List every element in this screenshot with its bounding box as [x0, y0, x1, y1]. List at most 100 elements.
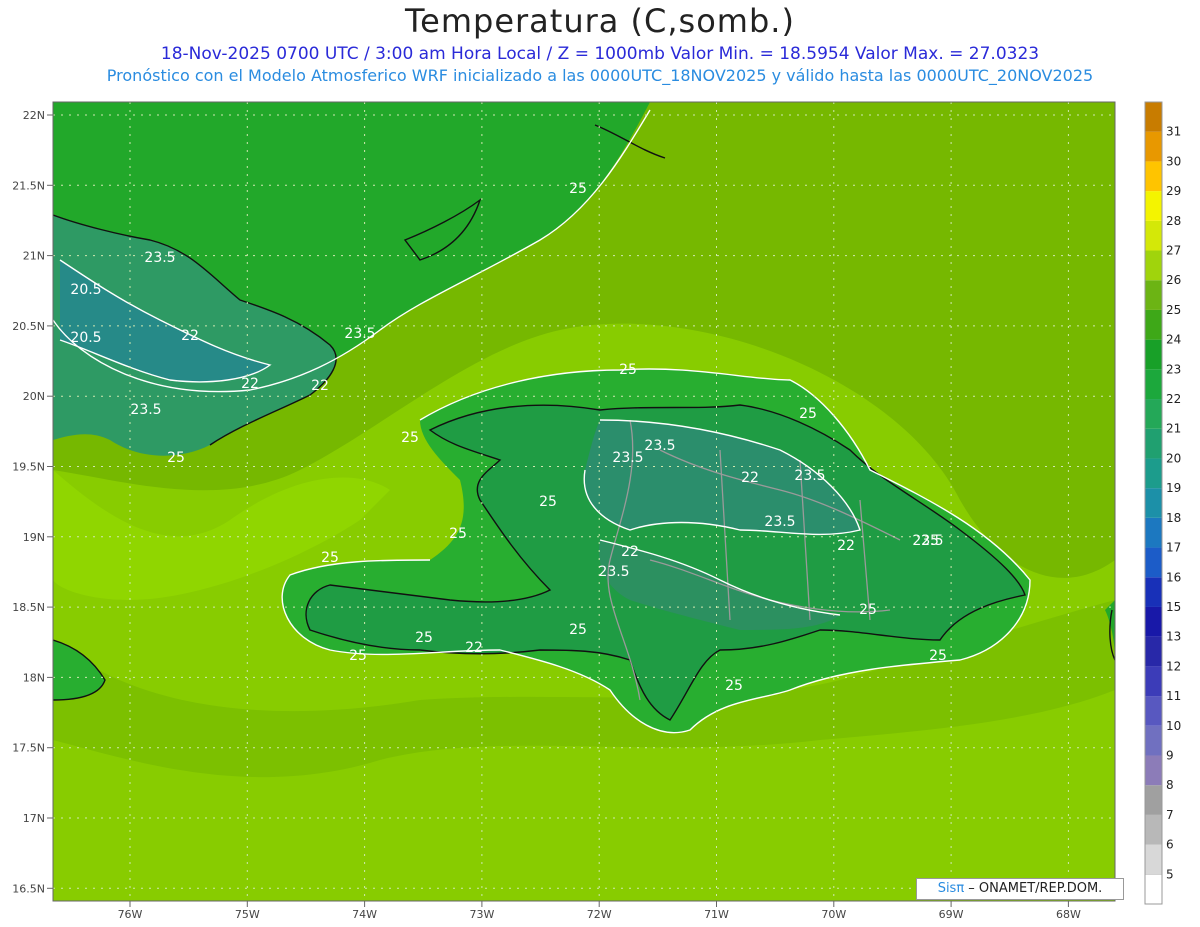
contour-label: 25	[929, 648, 947, 664]
colorbar-swatch	[1145, 250, 1162, 281]
colorbar-label: 23	[1166, 362, 1181, 376]
lat-tick-label: 21N	[23, 250, 45, 263]
lon-tick-label: 70W	[821, 908, 846, 921]
colorbar-swatch	[1145, 666, 1162, 697]
colorbar-label: 30	[1166, 154, 1181, 168]
lon-tick-label: 71W	[704, 908, 729, 921]
colorbar-swatch	[1145, 814, 1162, 845]
contour-label: 22	[465, 640, 483, 656]
temperature-map: 25 23.5 20.5 22 20.5 22 23.5 22 23.5 25 25 25 25 23.5…	[12, 101, 1181, 921]
colorbar-label: 31	[1166, 125, 1181, 139]
contour-label: 25	[799, 406, 817, 422]
contour-label: 25	[415, 630, 433, 646]
contour-label: 23.5	[130, 402, 161, 418]
lon-tick-label: 76W	[118, 908, 143, 921]
contour-label: 20.5	[70, 330, 101, 346]
colorbar-label: 19	[1166, 481, 1181, 495]
colorbar-swatch	[1145, 309, 1162, 340]
colorbar-swatch	[1145, 191, 1162, 221]
lat-tick-label: 17N	[23, 812, 45, 825]
colorbar-swatch	[1145, 399, 1162, 429]
colorbar-swatch	[1145, 844, 1162, 875]
colorbar-swatch	[1145, 547, 1162, 578]
colorbar-swatch	[1145, 696, 1162, 726]
credit-box: Sisπ – ONAMET/REP.DOM.	[916, 878, 1124, 900]
contour-label: 23.5	[344, 326, 375, 342]
contour-label: 22	[837, 538, 855, 554]
lat-tick-label: 18N	[23, 671, 45, 684]
colorbar-swatch	[1145, 458, 1162, 489]
colorbar-label: 16	[1166, 570, 1181, 584]
contour-label: 23.5	[612, 450, 643, 466]
colorbar-label: 26	[1166, 273, 1181, 287]
colorbar-label: 27	[1166, 244, 1181, 258]
colorbar-swatch	[1145, 131, 1162, 162]
contour-label: 23.5	[144, 250, 175, 266]
lat-tick-label: 22N	[23, 109, 45, 122]
colorbar-swatch	[1144, 873, 1163, 905]
colorbar-swatch	[1145, 755, 1162, 786]
contour-label: 25	[569, 622, 587, 638]
colorbar-label: 21	[1166, 422, 1181, 436]
lon-tick-label: 74W	[352, 908, 377, 921]
colorbar-label: 25	[1166, 303, 1181, 317]
lat-tick-label: 20N	[23, 390, 45, 403]
colorbar-label: 15	[1166, 600, 1181, 614]
lat-tick-label: 17.5N	[12, 742, 45, 755]
colorbar-swatch	[1145, 577, 1162, 607]
contour-label: 25	[401, 430, 419, 446]
colorbar-swatch	[1145, 636, 1162, 667]
colorbar-swatch	[1145, 220, 1162, 251]
colorbar-label: 7	[1166, 808, 1174, 822]
colorbar-label: 24	[1166, 333, 1181, 347]
colorbar-label: 13	[1166, 630, 1181, 644]
colorbar-swatch	[1145, 161, 1162, 192]
colorbar-label: 5	[1166, 867, 1174, 881]
lon-tick-label: 68W	[1056, 908, 1081, 921]
lat-tick-label: 18.5N	[12, 601, 45, 614]
contour-label: 22	[181, 328, 199, 344]
latitude-ticks: 22N 21.5N 21N 20.5N 20N 19.5N 19N 18.5N 18N 17.5N…	[12, 109, 53, 895]
contour-label: 25	[921, 533, 939, 549]
contour-label: 25	[725, 678, 743, 694]
colorbar-swatch	[1145, 488, 1162, 518]
colorbar-swatch	[1145, 785, 1162, 815]
lat-tick-label: 21.5N	[12, 179, 45, 192]
colorbar-label: 18	[1166, 511, 1181, 525]
contour-label: 22	[241, 376, 259, 392]
contour-label: 23.5	[764, 514, 795, 530]
lat-tick-label: 19.5N	[12, 461, 45, 474]
lon-tick-label: 69W	[939, 908, 964, 921]
contour-label: 20.5	[70, 282, 101, 298]
colorbar-label: 9	[1166, 748, 1174, 762]
contour-label: 23.5	[794, 468, 825, 484]
colorbar-swatch	[1145, 725, 1162, 756]
lon-tick-label: 73W	[469, 908, 494, 921]
map-field: 25 23.5 20.5 22 20.5 22 23.5 22 23.5 25 25 25 25 23.5…	[53, 102, 1115, 901]
colorbar-label: 22	[1166, 392, 1181, 406]
credit-brand: Sisπ	[937, 881, 965, 896]
colorbar-swatch	[1145, 369, 1162, 400]
colorbar-label: 10	[1166, 719, 1181, 733]
contour-label: 25	[569, 181, 587, 197]
colorbar-swatch	[1145, 428, 1162, 459]
contour-label: 25	[619, 362, 637, 378]
contour-label: 25	[859, 602, 877, 618]
lat-tick-label: 16.5N	[12, 882, 45, 895]
colorbar-label: 17	[1166, 541, 1181, 555]
lat-tick-label: 20.5N	[12, 320, 45, 333]
lat-tick-label: 19N	[23, 531, 45, 544]
contour-label: 22	[741, 470, 759, 486]
colorbar-swatch	[1145, 339, 1162, 370]
colorbar-label: 28	[1166, 214, 1181, 228]
colorbar-label: 12	[1166, 659, 1181, 673]
contour-label: 25	[449, 526, 467, 542]
colorbar-label: 6	[1166, 838, 1174, 852]
contour-label: 25	[349, 648, 367, 664]
contour-label: 22	[621, 544, 639, 560]
contour-label: 23.5	[598, 564, 629, 580]
longitude-ticks: 76W 75W 74W 73W 72W 71W 70W 69W 68W	[118, 901, 1081, 921]
colorbar: 5 6 7 8 9 10 11 12 13 15 16 17 18 19 20 21 22 23 24 25 26 27 2…	[1144, 101, 1181, 905]
colorbar-label: 8	[1166, 778, 1174, 792]
colorbar-swatch	[1145, 517, 1162, 548]
